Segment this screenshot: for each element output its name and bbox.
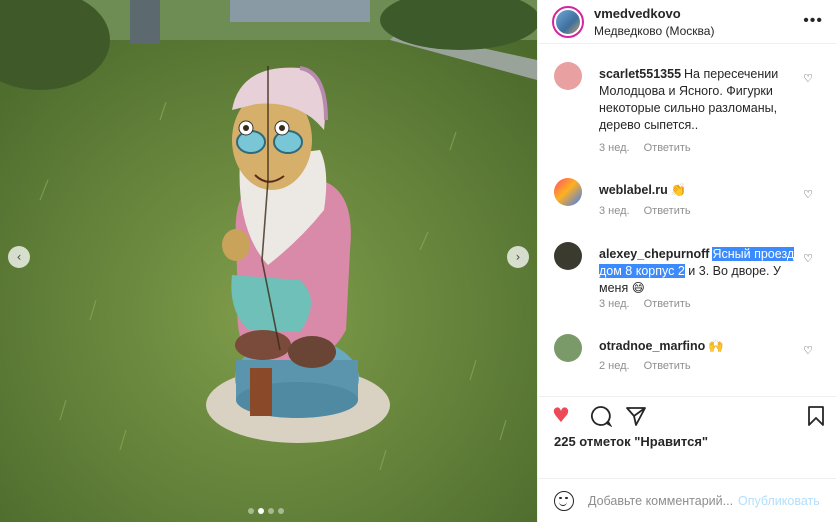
chevron-left-icon: ‹ [16,250,22,264]
comment-meta: 2 нед. Ответить [599,360,705,372]
post-location[interactable]: Медведково (Москва) [594,24,714,38]
post-side-panel: vmedvedkovo Медведково (Москва) ••• scar… [537,0,836,522]
commenter-avatar[interactable] [554,178,582,206]
more-horizontal-icon[interactable]: ••• [803,12,823,30]
comment-time: 3 нед. [599,205,630,217]
heart-filled-icon[interactable]: ♥ [552,405,570,425]
carousel-next-button[interactable]: › [507,246,529,268]
commenter-avatar[interactable] [554,242,582,270]
comment-text: alexey_chepurnoff Ясный проезд дом 8 корп… [599,246,795,297]
carousel-dot-active [258,508,264,514]
comment-text: scarlet551355 На пересечении Молодцова и … [599,66,795,134]
comment-content: 🙌 [708,339,724,353]
bookmark-icon[interactable] [806,405,826,430]
post-actions-bar: ♥ [538,396,836,436]
post-header: vmedvedkovo Медведково (Москва) ••• [538,0,836,44]
carousel-dot [248,508,254,514]
comment-icon[interactable] [590,405,613,430]
likes-count[interactable]: 225 отметок "Нравится" [554,434,708,449]
author-avatar[interactable] [552,5,584,38]
publish-button[interactable]: Опубликовать [738,494,820,508]
comment-like-icon[interactable]: ♡ [803,252,813,265]
carousel-dots [248,508,284,514]
commenter-avatar[interactable] [554,334,582,362]
commenter-username[interactable]: weblabel.ru [599,183,668,197]
gnome-photo-image [0,0,537,522]
comment-meta: 3 нед. Ответить [599,298,705,310]
commenter-avatar[interactable] [554,62,582,90]
reply-button[interactable]: Ответить [644,360,691,372]
commenter-username[interactable]: alexey_chepurnoff [599,247,709,261]
share-icon[interactable] [625,405,647,430]
reply-button[interactable]: Ответить [644,142,691,154]
comment-meta: 3 нед. Ответить [599,205,705,217]
comment-text: weblabel.ru 👏 [599,182,795,199]
reply-button[interactable]: Ответить [644,298,691,310]
comment-like-icon[interactable]: ♡ [803,344,813,357]
commenter-username[interactable]: scarlet551355 [599,67,681,81]
carousel-prev-button[interactable]: ‹ [8,246,30,268]
comment-time: 3 нед. [599,142,630,154]
comment-time: 3 нед. [599,298,630,310]
comment-input[interactable] [588,493,736,508]
emoji-icon[interactable] [554,490,574,511]
carousel-dot [268,508,274,514]
comment-like-icon[interactable]: ♡ [803,188,813,201]
chevron-right-icon: › [515,250,521,264]
carousel-dot [278,508,284,514]
comment-text: otradnoe_marfino 🙌 [599,338,795,355]
reply-button[interactable]: Ответить [644,205,691,217]
comment-meta: 3 нед. Ответить [599,142,705,154]
comment-like-icon[interactable]: ♡ [803,72,813,85]
author-username[interactable]: vmedvedkovo [594,6,714,21]
add-comment-bar: Опубликовать [538,478,836,522]
commenter-username[interactable]: otradnoe_marfino [599,339,705,353]
post-photo[interactable]: ‹ › [0,0,537,522]
comment-time: 2 нед. [599,360,630,372]
comment-content: 👏 [670,183,687,197]
